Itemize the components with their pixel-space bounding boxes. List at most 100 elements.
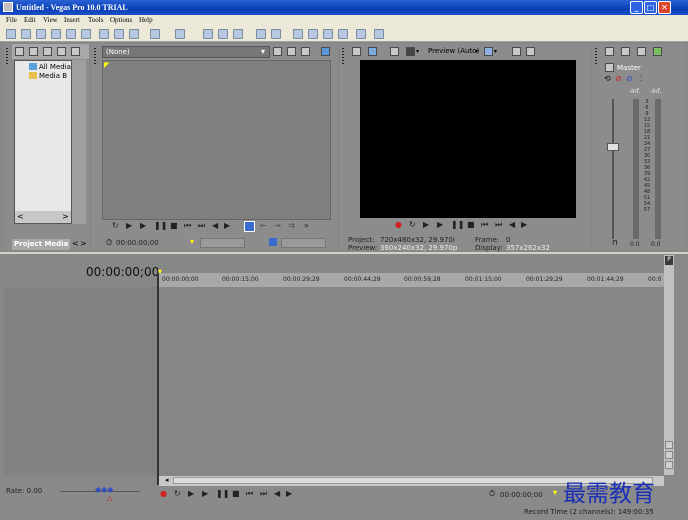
menu-view[interactable]: View xyxy=(43,16,58,24)
more-controls-icon[interactable]: » xyxy=(304,221,309,230)
preview-screen[interactable] xyxy=(360,60,576,218)
loop-icon[interactable]: ↻ xyxy=(112,221,119,230)
scroll-left-icon[interactable]: ◂ xyxy=(165,476,169,484)
enable-snapping-icon[interactable] xyxy=(203,29,213,39)
menu-edit[interactable]: Edit xyxy=(24,16,36,24)
go-to-end-icon[interactable]: ⏭ xyxy=(260,489,267,499)
dim-output-icon[interactable] xyxy=(637,47,646,56)
dock-grip[interactable] xyxy=(94,48,96,66)
master-fader-handle[interactable] xyxy=(607,143,619,151)
media-fx-icon[interactable] xyxy=(71,47,80,56)
maximize-button[interactable]: □ xyxy=(644,1,657,14)
marker-bar[interactable] xyxy=(158,255,664,273)
go-to-start-icon[interactable]: ⏮ xyxy=(246,489,253,499)
trimmer-source-dropdown[interactable]: (None) ▾ xyxy=(102,46,270,58)
play-icon[interactable]: ▶ xyxy=(437,220,443,229)
preview-quality-dropdown[interactable]: Preview (Auto) xyxy=(428,47,479,55)
trim-start-icon[interactable]: ⇤ xyxy=(260,221,267,230)
save-as-icon[interactable] xyxy=(51,29,61,39)
stop-icon[interactable]: ■ xyxy=(467,220,475,229)
scroll-right-icon[interactable]: > xyxy=(62,212,69,221)
next-frame-icon[interactable]: ▶ xyxy=(224,221,230,230)
pan-icon[interactable]: ⟲ xyxy=(604,74,611,83)
solo-icon[interactable]: ⊘ xyxy=(626,74,633,83)
zoom-tool-icon[interactable] xyxy=(323,29,333,39)
horizontal-scrollbar[interactable]: < > xyxy=(15,211,71,223)
stop-icon[interactable]: ■ xyxy=(232,489,240,498)
get-media-icon[interactable] xyxy=(43,47,52,56)
go-to-start-icon[interactable]: ⏮ xyxy=(481,220,488,230)
whats-this-icon[interactable] xyxy=(356,29,366,39)
tree-item-media-bins[interactable]: Media B xyxy=(39,72,67,80)
next-frame-icon[interactable]: ▶ xyxy=(521,220,527,229)
trimmer-tool-icon[interactable] xyxy=(273,47,282,56)
paste-icon[interactable] xyxy=(129,29,139,39)
play-icon[interactable]: ▶ xyxy=(202,489,208,498)
pause-icon[interactable]: ❚❚ xyxy=(154,221,167,230)
insert-icon[interactable]: ⇉ xyxy=(288,221,295,230)
minimize-button[interactable]: _ xyxy=(630,1,643,14)
rate-slider-thumb[interactable]: ◆◆◆ xyxy=(95,485,113,494)
split-screen-icon[interactable] xyxy=(390,47,399,56)
selection-length-field[interactable] xyxy=(200,238,245,248)
record-icon[interactable]: ● xyxy=(160,489,167,498)
tab-scroll-right-icon[interactable]: > xyxy=(80,239,87,248)
zoom-out-icon[interactable] xyxy=(665,451,673,459)
remove-media-icon[interactable] xyxy=(57,47,66,56)
timeline-tracks[interactable] xyxy=(159,287,664,475)
save-snapshot-icon[interactable] xyxy=(526,47,535,56)
previous-frame-icon[interactable]: ◀ xyxy=(212,221,218,230)
lock-envelopes-icon[interactable] xyxy=(233,29,243,39)
undo-icon[interactable] xyxy=(150,29,160,39)
scroll-up-icon[interactable]: P xyxy=(665,256,673,265)
dock-grip[interactable] xyxy=(595,48,597,66)
downmix-icon[interactable] xyxy=(621,47,630,56)
overlays-icon[interactable] xyxy=(406,47,415,56)
pause-icon[interactable]: ❚❚ xyxy=(451,220,464,229)
go-to-end-icon[interactable]: ⏭ xyxy=(198,221,205,231)
grid-icon[interactable] xyxy=(484,47,493,56)
go-to-start-icon[interactable]: ⏮ xyxy=(184,221,191,231)
preview-properties-icon[interactable] xyxy=(352,47,361,56)
vertical-scrollbar[interactable]: P xyxy=(664,255,674,475)
save-icon[interactable] xyxy=(36,29,46,39)
master-fx-icon[interactable] xyxy=(605,63,614,72)
previous-frame-icon[interactable]: ◀ xyxy=(509,220,515,229)
ignore-grouping-icon[interactable] xyxy=(256,29,266,39)
help-icon[interactable] xyxy=(374,29,384,39)
loop-icon[interactable]: ↻ xyxy=(174,489,181,498)
zoom-in-icon[interactable] xyxy=(665,441,673,449)
previous-frame-icon[interactable]: ◀ xyxy=(274,489,280,498)
tree-item-all-media[interactable]: All Media xyxy=(39,63,71,71)
grid-chevron-icon[interactable]: ▾ xyxy=(494,48,497,55)
stop-icon[interactable]: ■ xyxy=(170,221,178,230)
selection-tool-icon[interactable] xyxy=(308,29,318,39)
external-monitor-icon[interactable] xyxy=(368,47,377,56)
dock-grip[interactable] xyxy=(342,48,344,66)
timeline-ruler[interactable]: 00:00:00;00 00:00:15;00 00:00:29;29 00:0… xyxy=(158,273,664,287)
add-to-timeline-button[interactable] xyxy=(244,221,255,232)
copy-icon[interactable] xyxy=(114,29,124,39)
redo-icon[interactable] xyxy=(175,29,185,39)
auto-ripple-icon[interactable] xyxy=(218,29,228,39)
tab-project-media[interactable]: Project Media xyxy=(12,239,70,250)
dock-grip[interactable] xyxy=(6,48,8,66)
overlays-chevron-icon[interactable]: ▾ xyxy=(416,48,419,55)
menu-insert[interactable]: Insert xyxy=(64,16,80,24)
record-icon[interactable]: ● xyxy=(395,220,402,229)
arm-icon[interactable]: ⫶ xyxy=(640,74,642,84)
capture-icon[interactable] xyxy=(29,47,38,56)
timeline-timecode[interactable]: 00:00:00;00 xyxy=(86,265,159,279)
scroll-left-icon[interactable]: < xyxy=(17,212,24,221)
copy-snapshot-icon[interactable] xyxy=(512,47,521,56)
next-frame-icon[interactable]: ▶ xyxy=(286,489,292,498)
menu-options[interactable]: Options xyxy=(110,16,132,24)
go-to-end-icon[interactable]: ⏭ xyxy=(495,220,502,230)
play-from-start-icon[interactable]: ▶ xyxy=(126,221,132,230)
selection-end-field[interactable] xyxy=(281,238,326,248)
cut-icon[interactable] xyxy=(99,29,109,39)
play-from-start-icon[interactable]: ▶ xyxy=(188,489,194,498)
zoom-out-icon[interactable] xyxy=(338,29,348,39)
properties-icon[interactable] xyxy=(81,29,91,39)
trimmer-display-icon[interactable] xyxy=(321,47,330,56)
